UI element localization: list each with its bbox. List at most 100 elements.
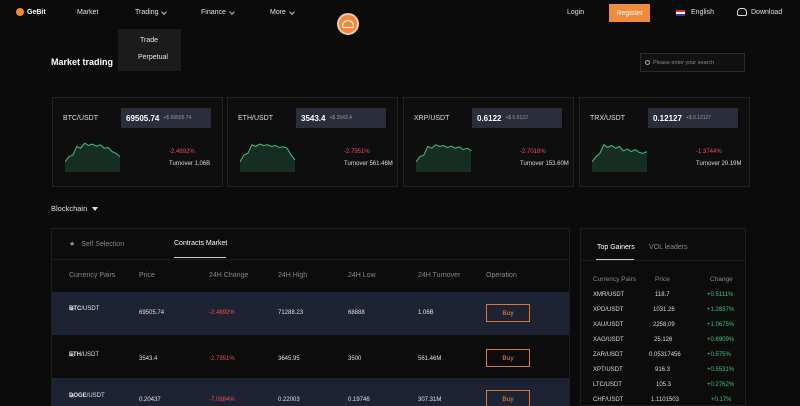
- gainer-row[interactable]: LTC/USDT 105.3 +0.2762%: [581, 382, 745, 397]
- gainer-row[interactable]: XAU/USDT 2258.09 +1.0675%: [581, 322, 745, 337]
- col-header: Price: [139, 272, 155, 279]
- turnover-cell: 1.06B: [418, 310, 434, 316]
- nav-trading[interactable]: Trading: [135, 8, 168, 16]
- col-header: Price: [655, 276, 670, 283]
- turnover-cell: 561.46M: [418, 356, 442, 362]
- buy-button[interactable]: Buy: [486, 304, 530, 322]
- price-cell: 118.7: [655, 292, 670, 298]
- market-table: ★ Self Selection Contracts Market Currenc…: [51, 228, 570, 406]
- card-percent: -2.7951%: [344, 149, 370, 155]
- nav-trading-label: Trading: [135, 9, 159, 16]
- card-change: +$ 3543.4: [329, 115, 352, 121]
- ticker-card-eth[interactable]: ETH/USDT 3543.4 +$ 3543.4 -2.7951% Turnov…: [227, 97, 398, 187]
- low-cell: 0.19746: [348, 397, 370, 403]
- card-percent: -2.4892%: [169, 149, 195, 155]
- change-cell: +0.17%: [711, 397, 732, 403]
- pair-cell: ZAR/USDT: [593, 352, 623, 358]
- tab-self-selection[interactable]: ★ Self Selection: [69, 240, 125, 249]
- card-percent: -1.3744%: [696, 149, 722, 155]
- download-link[interactable]: Download: [737, 8, 782, 16]
- language-selector[interactable]: English: [676, 9, 714, 16]
- nav-market[interactable]: Market: [77, 9, 98, 16]
- logo[interactable]: GeBit: [16, 8, 46, 16]
- tab-top-gainers[interactable]: Top Gainers: [597, 244, 635, 251]
- center-badge-icon[interactable]: [337, 13, 359, 35]
- ticker-card-xrp[interactable]: XRP/USDT 0.6122 +$ 0.6122 -2.7018% Turnov…: [403, 97, 574, 187]
- card-change: +$ 0.6122: [505, 115, 528, 121]
- gainer-row[interactable]: XAG/USDT 25.126 +0.6909%: [581, 337, 745, 352]
- col-header: Currency Pairs: [69, 272, 116, 279]
- card-turnover: Turnover 1.06B: [169, 161, 211, 167]
- logo-text: GeBit: [27, 8, 46, 16]
- login-link[interactable]: Login: [567, 9, 584, 16]
- turnover-cell: 307.31M: [418, 397, 442, 403]
- download-label: Download: [751, 8, 783, 16]
- sparkline-area: [592, 144, 647, 172]
- tab-vol-leaders[interactable]: VOL leaders: [649, 244, 688, 251]
- gainer-row[interactable]: XPD/USDT 1031.26 +1.2837%: [581, 307, 745, 322]
- pair-cell: LTC/USDT: [593, 382, 622, 388]
- ticker-card-btc[interactable]: BTC/USDT 69505.74 +$ 69505.74 -2.4892% Tu…: [52, 97, 223, 187]
- menu-item-perpetual[interactable]: Perpetual: [118, 54, 181, 71]
- sparkline-area: [65, 143, 120, 172]
- table-header: Currency Pairs Price 24H Change 24H High…: [52, 272, 569, 284]
- search-input[interactable]: Please enter your search: [640, 53, 745, 72]
- col-header: Operation: [486, 272, 517, 279]
- price-cell: 0.05317456: [649, 352, 681, 358]
- category-selector[interactable]: Blockchain: [51, 204, 99, 213]
- nav-finance[interactable]: Finance: [201, 8, 235, 16]
- price-cell: 916.3: [655, 367, 671, 373]
- pair-cell: CHF/USDT: [593, 397, 624, 403]
- card-price: 3543.4: [301, 113, 326, 123]
- card-pair: ETH/USDT: [238, 115, 273, 122]
- high-cell: 71288.23: [278, 310, 304, 316]
- sparkline-chart: [240, 143, 296, 172]
- buy-button[interactable]: Buy: [486, 390, 530, 406]
- col-header: 24H Change: [209, 272, 249, 279]
- table-row[interactable]: ★ BTC/USDT 69505.74 -2.4892% 71288.23 688…: [52, 292, 569, 335]
- table-row[interactable]: ★ ETH/USDT 3543.4 -2.7951% 3645.95 3500 5…: [52, 335, 569, 378]
- change-cell: -7.0884%: [209, 397, 235, 403]
- pair-cell: XAU/USDT: [593, 322, 624, 328]
- pair-base: DOGE: [69, 393, 87, 399]
- register-button[interactable]: Register: [609, 4, 650, 22]
- chevron-down-icon: [289, 8, 295, 15]
- page-title: Market trading: [51, 57, 114, 67]
- gainer-row[interactable]: XMR/USDT 118.7 +0.5111%: [581, 292, 745, 307]
- gainer-row[interactable]: CHF/USDT 1.1101503 +0.17%: [581, 397, 745, 406]
- gainer-row[interactable]: XPT/USDT 916.3 +0.5531%: [581, 367, 745, 382]
- table-row[interactable]: ★ DOGE/USDT 0.20437 -7.0884% 0.22003 0.19…: [52, 378, 569, 406]
- change-cell: +0.575%: [707, 352, 731, 358]
- price-cell: 3543.4: [139, 356, 158, 362]
- col-header: 24H High: [278, 272, 308, 279]
- card-price: 69505.74: [126, 113, 160, 123]
- search-icon: [645, 60, 650, 65]
- pair-quote: /USDT: [86, 393, 105, 399]
- change-cell: +1.2837%: [707, 307, 735, 313]
- change-cell: -2.4892%: [209, 310, 235, 316]
- logo-icon: [16, 8, 24, 16]
- card-change: +$ 0.12127: [685, 115, 712, 121]
- tab-label: Self Selection: [81, 240, 125, 248]
- cloud-download-icon: [737, 8, 747, 16]
- nav-more[interactable]: More: [270, 8, 295, 16]
- star-icon: ★: [69, 241, 76, 248]
- sparkline-chart: [592, 144, 648, 172]
- tab-contracts-market[interactable]: Contracts Market: [174, 240, 227, 247]
- change-cell: -2.7951%: [209, 356, 235, 362]
- pair-base: ETH: [69, 352, 81, 358]
- ticker-card-trx[interactable]: TRX/USDT 0.12127 +$ 0.12127 -1.3744% Turn…: [579, 97, 750, 187]
- price-cell: 69505.74: [139, 310, 165, 316]
- gainer-row[interactable]: ZAR/USDT 0.05317456 +0.575%: [581, 352, 745, 367]
- price-cell: 1031.26: [653, 307, 675, 313]
- buy-button[interactable]: Buy: [486, 349, 530, 367]
- pair-cell: XAG/USDT: [593, 337, 624, 343]
- gainers-panel: Top Gainers VOL leaders Currency Pairs P…: [580, 228, 746, 406]
- col-header: 24H Low: [348, 272, 376, 279]
- pair-quote: /USDT: [81, 306, 100, 312]
- card-pair: BTC/USDT: [63, 115, 98, 122]
- card-turnover: Turnover 561.46M: [344, 161, 393, 167]
- menu-item-trade[interactable]: Trade: [118, 37, 181, 54]
- nav-more-label: More: [270, 9, 286, 16]
- search-placeholder: Please enter your search: [653, 59, 715, 66]
